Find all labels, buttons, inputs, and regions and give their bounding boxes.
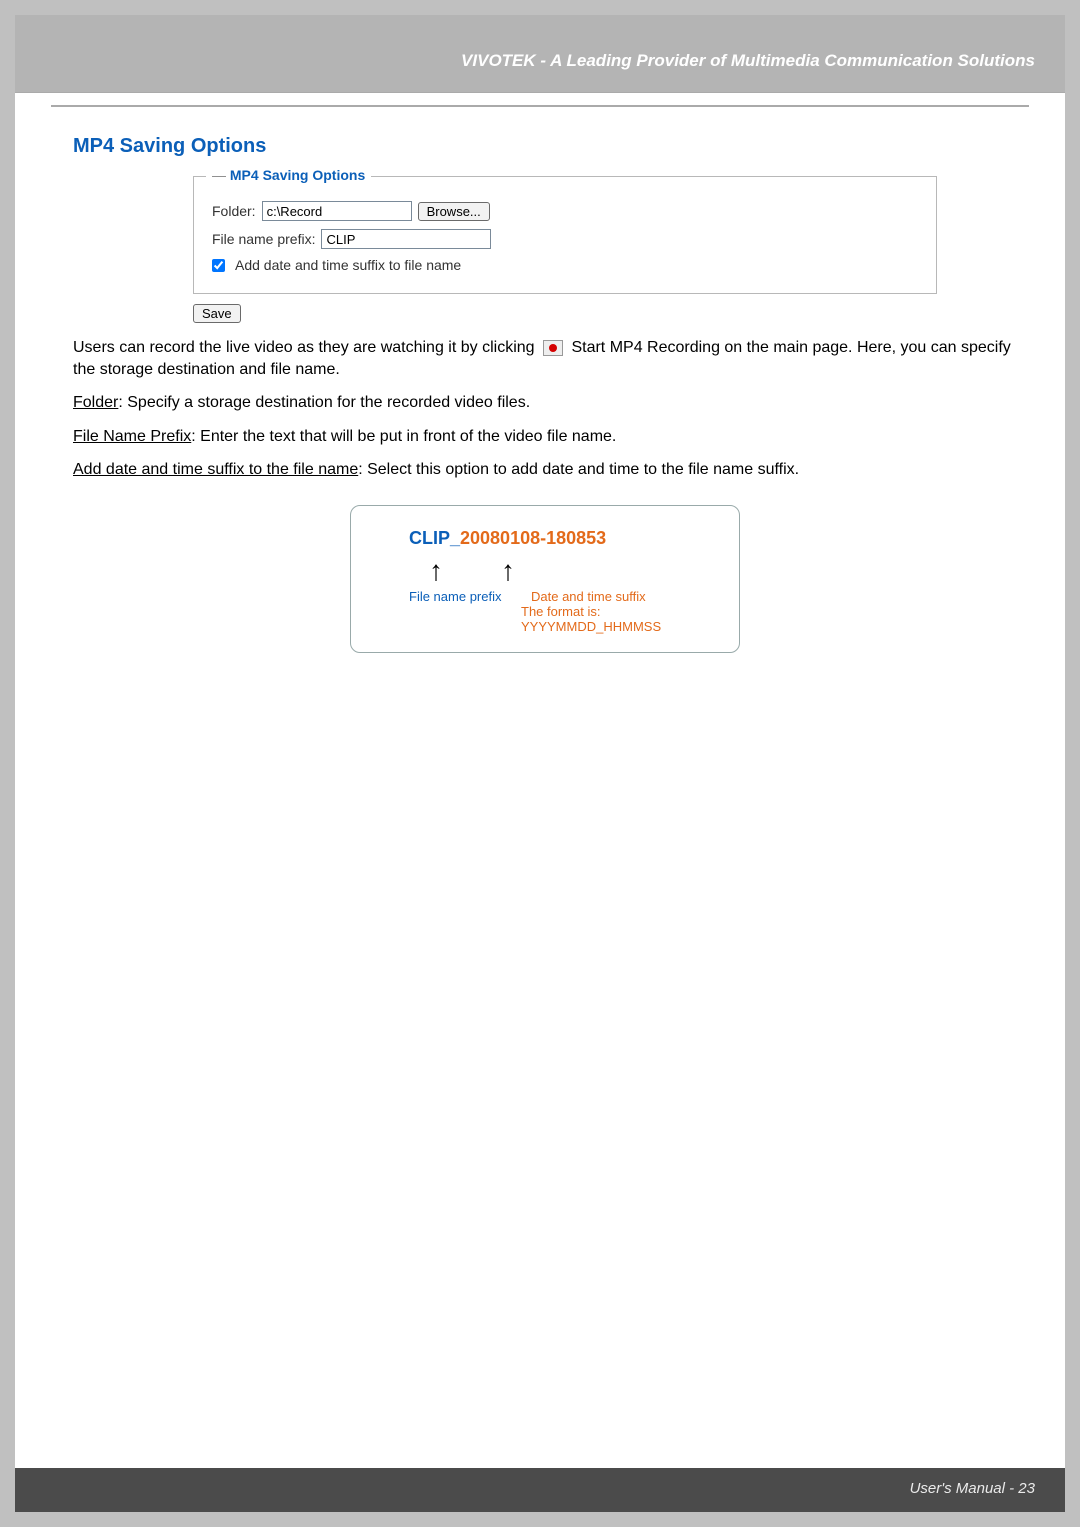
section-heading: MP4 Saving Options — [73, 135, 1017, 158]
example-label-suffix: Date and time suffix — [531, 589, 646, 604]
page-footer: User's Manual - 23 — [15, 1468, 1065, 1512]
suffix-checkbox-label: Add date and time suffix to file name — [235, 257, 461, 273]
paragraph-suffix: Add date and time suffix to the file nam… — [73, 459, 1017, 481]
panel-legend-text: MP4 Saving Options — [230, 167, 365, 183]
paragraph-intro: Users can record the live video as they … — [73, 337, 1017, 380]
folder-row: Folder: Browse... — [212, 201, 918, 221]
example-label-prefix: File name prefix — [409, 589, 521, 604]
paragraph-folder: Folder: Specify a storage destination fo… — [73, 392, 1017, 414]
suffix-row: Add date and time suffix to file name — [212, 257, 918, 273]
page-header: VIVOTEK - A Leading Provider of Multimed… — [15, 15, 1065, 93]
prefix-row: File name prefix: — [212, 229, 918, 249]
prefix-desc: : Enter the text that will be put in fro… — [191, 428, 616, 445]
folder-term: Folder — [73, 394, 118, 411]
folder-input[interactable] — [262, 201, 412, 221]
paragraph-prefix: File Name Prefix: Enter the text that wi… — [73, 426, 1017, 448]
content-area: MP4 Saving Options — MP4 Saving Options … — [15, 107, 1065, 653]
header-title: VIVOTEK - A Leading Provider of Multimed… — [461, 51, 1035, 71]
arrows-row: ↑ ↑ — [429, 557, 711, 585]
suffix-desc: : Select this option to add date and tim… — [358, 461, 799, 478]
mp4-options-panel: — MP4 Saving Options Folder: Browse... F… — [193, 176, 937, 294]
panel-legend: — MP4 Saving Options — [206, 167, 371, 183]
example-prefix: CLIP_ — [409, 528, 460, 548]
record-icon — [543, 340, 563, 356]
p1-text-a: Users can record the live video as they … — [73, 339, 539, 356]
browse-button[interactable]: Browse... — [418, 202, 490, 221]
prefix-label: File name prefix: — [212, 231, 315, 247]
example-suffix: 20080108-180853 — [460, 528, 606, 548]
filename-example-box: CLIP_20080108-180853 ↑ ↑ File name prefi… — [350, 505, 740, 653]
example-label-format: The format is: YYYYMMDD_HHMMSS — [521, 604, 711, 634]
footer-text: User's Manual - 23 — [910, 1480, 1035, 1497]
prefix-term: File Name Prefix — [73, 428, 191, 445]
arrow-up-icon: ↑ — [501, 557, 515, 585]
folder-label: Folder: — [212, 203, 256, 219]
save-button[interactable]: Save — [193, 304, 241, 323]
prefix-input[interactable] — [321, 229, 491, 249]
document-page: VIVOTEK - A Leading Provider of Multimed… — [15, 15, 1065, 1512]
body-text: Users can record the live video as they … — [73, 337, 1017, 481]
example-labels-row: File name prefix Date and time suffix — [409, 589, 711, 604]
example-filename: CLIP_20080108-180853 — [409, 528, 711, 549]
suffix-term: Add date and time suffix to the file nam… — [73, 461, 358, 478]
suffix-checkbox[interactable] — [212, 259, 225, 272]
folder-desc: : Specify a storage destination for the … — [118, 394, 530, 411]
save-row: Save — [193, 304, 1017, 323]
arrow-up-icon: ↑ — [429, 557, 443, 585]
